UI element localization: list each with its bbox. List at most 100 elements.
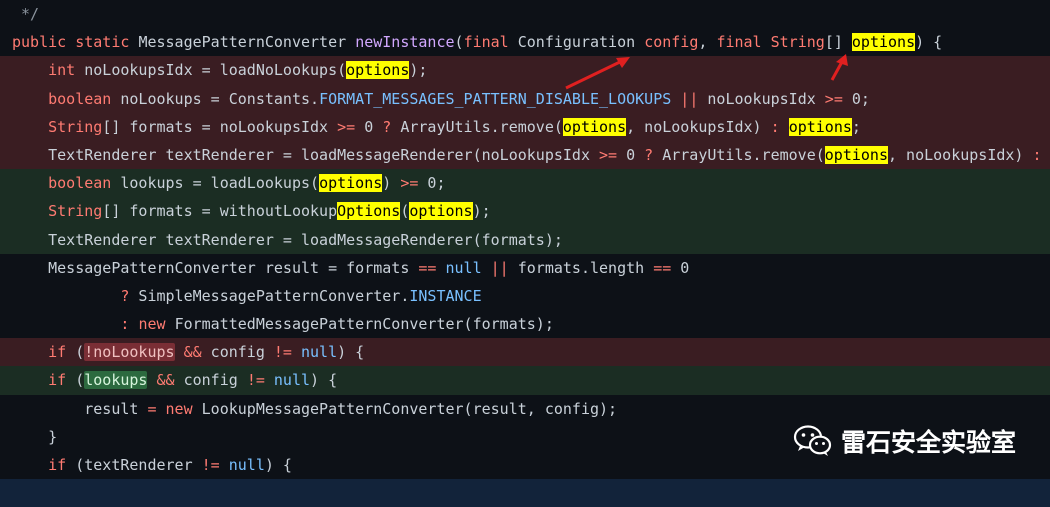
code-token: == (653, 258, 672, 277)
code-token: != (201, 456, 220, 474)
code-token: INSTANCE (409, 286, 482, 305)
code-line-ctx: : new FormattedMessagePatternConverter(f… (0, 310, 1050, 339)
code-line-ctx: ? SimpleMessagePatternConverter.INSTANCE (0, 281, 1050, 311)
code-token: noLookupsIdx (698, 89, 825, 108)
code-token: ArrayUtils.remove( (391, 117, 563, 136)
code-token: 0; (842, 89, 870, 108)
code-token: : (770, 117, 780, 136)
code-highlight: Options (337, 202, 401, 221)
code-token: >= (599, 145, 618, 164)
code-line-del: if (!noLookups && config != null) { (0, 338, 1050, 367)
code-token: ); (472, 202, 491, 221)
code-token: null (445, 258, 482, 277)
code-token: new (138, 315, 175, 334)
code-token: , noLookupsIdx) (888, 145, 1033, 164)
code-token: String (12, 202, 103, 221)
code-token: >= (337, 117, 356, 136)
watermark: 雷石安全实验室 (793, 423, 1016, 459)
code-token: FORMAT_MESSAGES_PATTERN_DISABLE_LOOKUPS (319, 89, 672, 108)
code-token: LookupMessagePatternConverter(result, co… (201, 399, 618, 418)
code-token: [] formats = withoutLookup (102, 202, 338, 221)
code-token: ( (454, 33, 464, 52)
code-token: ); (409, 61, 428, 80)
code-token: 0 (617, 145, 645, 164)
code-token: if (12, 343, 76, 362)
code-token: || (680, 89, 699, 108)
wechat-icon (793, 425, 832, 456)
code-token: int (12, 61, 85, 80)
code-token: result (12, 399, 148, 418)
code-token: ) { (337, 343, 365, 362)
code-highlight: options (824, 145, 888, 164)
code-line-add: boolean lookups = loadLookups(options) >… (0, 169, 1050, 198)
code-line-partial (0, 479, 1050, 507)
code-line-add: String[] formats = withoutLookupOptions(… (0, 197, 1050, 226)
code-token: Configuration (517, 33, 645, 52)
code-token: [] formats = noLookupsIdx (102, 117, 338, 136)
code-highlight: options (409, 202, 473, 221)
code-token: if (12, 371, 76, 390)
code-token: >= (824, 89, 843, 108)
code-line-del: int noLookupsIdx = loadNoLookups(options… (0, 56, 1050, 85)
code-token: null (228, 456, 265, 474)
code-token: null (273, 371, 311, 390)
code-token: MessagePatternConverter result = formats (12, 258, 419, 277)
code-highlight: options (346, 61, 410, 80)
code-token: final (463, 33, 518, 52)
code-highlight: options (319, 174, 383, 193)
code-token: [] (824, 33, 852, 52)
code-token: boolean (12, 89, 121, 108)
code-token: ArrayUtils.remove( (653, 145, 825, 164)
code-highlight: options (851, 33, 916, 52)
code-token: ; (851, 117, 861, 136)
code-token: config (174, 371, 247, 390)
code-line-ctx: public static MessagePatternConverter ne… (0, 28, 1050, 57)
code-line-del: TextRenderer textRenderer = loadMessageR… (0, 140, 1050, 170)
code-token: FormattedMessagePatternConverter(formats… (174, 315, 554, 334)
code-token: != (273, 343, 292, 362)
code-token: TextRenderer textRenderer = loadMessageR… (12, 230, 563, 249)
code-highlight: lookups (84, 371, 148, 390)
code-token: newInstance (355, 33, 455, 52)
code-token: boolean (12, 174, 121, 193)
code-token: && (183, 343, 202, 362)
code-token: == (418, 258, 437, 277)
code-token: noLookupsIdx = loadNoLookups( (84, 61, 347, 80)
code-token: , (698, 33, 717, 52)
code-line-ctx: */ (0, 0, 1050, 29)
code-token: SimpleMessagePatternConverter. (129, 286, 410, 305)
code-token: noLookups = Constants. (120, 89, 320, 108)
code-token: ? (644, 145, 654, 164)
code-token: */ (12, 5, 40, 23)
code-token: new (165, 399, 202, 418)
code-token: config (644, 33, 699, 52)
code-token: null (301, 343, 338, 362)
code-token: final String (716, 33, 825, 52)
code-token: || (490, 258, 509, 277)
code-token: if (12, 456, 76, 474)
code-token: 0; (418, 174, 446, 193)
code-token: ( (75, 371, 85, 390)
code-token: MessagePatternConverter (138, 33, 356, 52)
code-token: != (246, 371, 265, 390)
code-line-del: String[] formats = noLookupsIdx >= 0 ? A… (0, 112, 1050, 141)
code-token: ) { (915, 33, 943, 52)
code-token: TextRenderer textRenderer = loadMessageR… (12, 145, 599, 164)
code-token: lookups = loadLookups( (120, 174, 320, 193)
code-token: String (12, 117, 103, 136)
code-token: , noLookupsIdx) (626, 117, 771, 136)
code-token: ) { (310, 371, 338, 390)
code-token: ) (382, 174, 401, 193)
code-highlight: options (562, 117, 627, 136)
code-token: >= (400, 174, 419, 193)
code-token: 0 (355, 117, 383, 136)
code-token: : (1032, 145, 1042, 164)
